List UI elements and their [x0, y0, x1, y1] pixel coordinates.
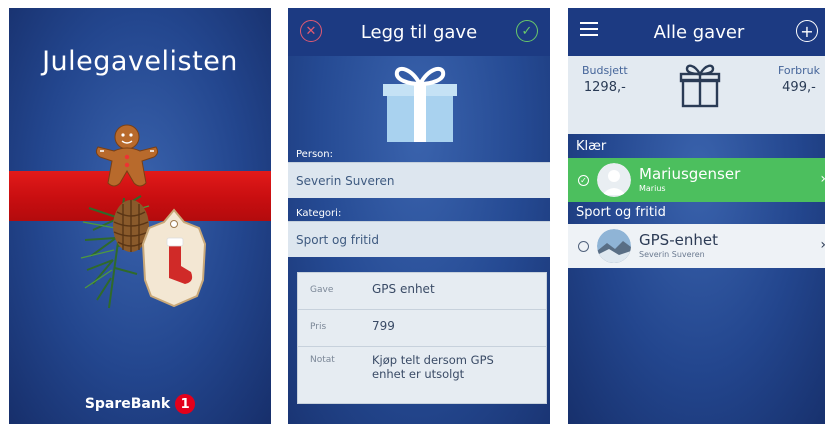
note-row[interactable]: Notat Kjøp telt dersom GPS enhet er utso… — [298, 347, 546, 403]
brand-number-icon: 1 — [175, 394, 196, 414]
add-icon[interactable]: + — [796, 20, 818, 42]
list-item[interactable]: ✓ Mariusgenser Marius › — [568, 158, 825, 202]
gift-person: Marius — [639, 184, 666, 194]
person-label: Person: — [296, 149, 333, 160]
budget-label: Budsjett — [582, 64, 628, 77]
gingerbread-man-icon — [95, 124, 159, 187]
add-gift-screen: ✕ Legg til gave ✓ Person: Severin Suvere… — [288, 8, 550, 424]
brand-name: SpareBank — [84, 396, 171, 412]
app-title: Julegavelisten — [42, 46, 238, 77]
list-item[interactable]: GPS-enhet Severin Suveren › — [568, 224, 825, 268]
spend-label: Forbruk — [777, 64, 820, 77]
budget-value: 1298,- — [583, 80, 626, 95]
page-title: Alle gaver — [653, 21, 745, 43]
menu-icon[interactable] — [580, 22, 598, 40]
gift-name-row[interactable]: Gave GPS enhet — [298, 273, 546, 310]
stocking-tag-icon — [141, 208, 207, 308]
category-header: Sport og fritid — [576, 205, 666, 220]
gift-list-header: Alle gaver + — [568, 8, 825, 56]
note-input[interactable]: Kjøp telt dersom GPS enhet er utsolgt — [372, 347, 502, 382]
gift-name: GPS-enhet — [639, 230, 718, 249]
splash-screen: Julegavelisten SpareBank 1 — [9, 8, 271, 424]
sparebank-logo: SpareBank 1 — [9, 394, 271, 414]
confirm-icon[interactable]: ✓ — [516, 20, 538, 42]
add-gift-header: ✕ Legg til gave ✓ — [288, 8, 550, 56]
page-title: Legg til gave — [360, 21, 478, 43]
checked-icon[interactable]: ✓ — [578, 174, 589, 186]
category-header: Klær — [576, 139, 607, 154]
spend-value: 499,- — [782, 80, 816, 95]
budget-column: Budsjett 1298,- — [582, 64, 628, 95]
cancel-icon[interactable]: ✕ — [300, 20, 322, 42]
price-row[interactable]: Pris 799 — [298, 310, 546, 347]
gift-form: Gave GPS enhet Pris 799 Notat Kjøp telt … — [297, 272, 547, 404]
chevron-right-icon[interactable]: › — [820, 237, 825, 253]
budget-panel: Budsjett 1298,- Forbruk 499,- — [568, 56, 825, 134]
gift-name-input[interactable]: GPS enhet — [372, 273, 435, 296]
price-input[interactable]: 799 — [372, 310, 395, 333]
avatar — [597, 229, 631, 263]
price-label: Pris — [310, 322, 327, 332]
gift-list-screen: Alle gaver + Budsjett 1298,- Forbruk 499… — [568, 8, 825, 424]
gift-person: Severin Suveren — [639, 250, 705, 260]
gift-name-label: Gave — [310, 285, 334, 295]
chevron-right-icon[interactable]: › — [820, 171, 825, 187]
note-label: Notat — [310, 355, 335, 365]
person-field[interactable]: Severin Suveren — [288, 162, 550, 198]
spend-column: Forbruk 499,- — [778, 64, 820, 95]
category-label: Kategori: — [296, 208, 342, 219]
gift-outline-icon — [679, 64, 721, 108]
unchecked-icon[interactable] — [578, 240, 589, 252]
gift-name: Mariusgenser — [639, 164, 741, 183]
gift-icon — [383, 66, 457, 142]
category-field[interactable]: Sport og fritid — [288, 221, 550, 257]
avatar — [597, 163, 631, 197]
